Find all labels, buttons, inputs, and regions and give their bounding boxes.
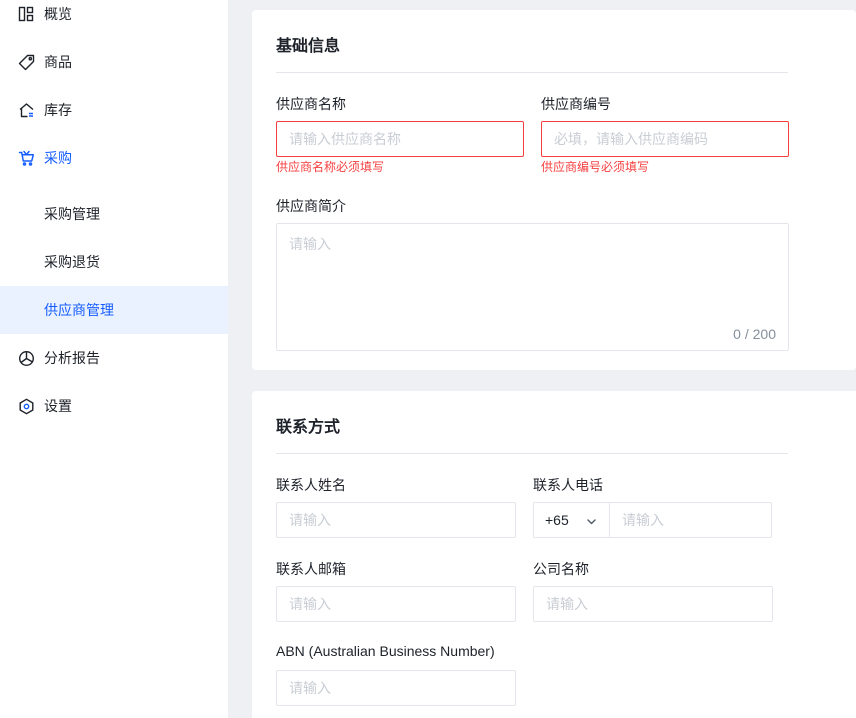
sidebar-item-reports[interactable]: 分析报告	[0, 334, 228, 382]
basic-info-card: 基础信息 供应商名称 请输入供应商名称 供应商名称必须填写 供应商编号 必填，请…	[252, 10, 856, 370]
contact-email-label: 联系人邮箱	[276, 561, 346, 577]
supplier-code-error: 供应商编号必须填写	[541, 160, 650, 174]
supplier-name-input[interactable]: 请输入供应商名称	[276, 121, 524, 157]
contact-phone-label: 联系人电话	[533, 477, 603, 493]
sidebar-subitem-label: 供应商管理	[44, 302, 114, 318]
sidebar-item-settings[interactable]: 设置	[0, 382, 228, 430]
contact-email-input[interactable]: 请输入	[276, 586, 516, 622]
abn-input[interactable]: 请输入	[276, 670, 516, 706]
sidebar-item-label: 商品	[44, 54, 72, 70]
sidebar-item-purchase[interactable]: 采购	[0, 134, 228, 182]
abn-label: ABN (Australian Business Number)	[276, 643, 495, 659]
contact-info-title: 联系方式	[276, 419, 341, 436]
company-name-placeholder: 请输入	[546, 596, 588, 612]
sidebar-subitem-supplier-management[interactable]: 供应商管理	[0, 286, 228, 334]
country-code-value: +65	[545, 512, 569, 528]
sidebar-item-label: 库存	[44, 102, 72, 118]
settings-icon	[17, 397, 35, 415]
supplier-name-label: 供应商名称	[276, 96, 346, 112]
char-counter: 0 / 200	[733, 326, 776, 342]
contact-name-placeholder: 请输入	[289, 512, 331, 528]
pie-chart-icon	[17, 349, 35, 367]
sidebar-item-overview[interactable]: 概览	[0, 0, 228, 38]
sidebar-subitem-label: 采购退货	[44, 254, 100, 270]
divider	[276, 72, 788, 73]
sidebar-item-inventory[interactable]: 库存	[0, 86, 228, 134]
supplier-name-error: 供应商名称必须填写	[276, 160, 385, 174]
sidebar-item-label: 概览	[44, 6, 72, 22]
contact-info-card: 联系方式 联系人姓名 请输入 联系人电话 +65 请输入 联系人邮箱 请输入 公…	[252, 391, 856, 718]
supplier-intro-label: 供应商简介	[276, 198, 346, 214]
sidebar: 概览 商品 库存 采购 采购管理 采购退货 供应商管理 分析报告 设置	[0, 0, 228, 718]
supplier-code-input[interactable]: 必填，请输入供应商编码	[541, 121, 789, 157]
company-name-label: 公司名称	[533, 561, 589, 577]
chevron-down-icon	[586, 514, 597, 530]
tag-icon	[17, 53, 35, 71]
sidebar-subitem-purchase-returns[interactable]: 采购退货	[0, 238, 228, 286]
sidebar-item-label: 分析报告	[44, 350, 100, 366]
sidebar-item-label: 设置	[44, 398, 72, 414]
company-name-input[interactable]: 请输入	[533, 586, 773, 622]
contact-name-label: 联系人姓名	[276, 477, 346, 493]
sidebar-subitem-purchase-management[interactable]: 采购管理	[0, 190, 228, 238]
contact-email-placeholder: 请输入	[289, 596, 331, 612]
contact-phone-placeholder: 请输入	[622, 512, 664, 528]
divider	[276, 453, 788, 454]
dashboard-icon	[17, 5, 35, 23]
warehouse-icon	[17, 101, 35, 119]
basic-info-title: 基础信息	[276, 38, 341, 55]
sidebar-item-label: 采购	[44, 150, 72, 166]
supplier-name-placeholder: 请输入供应商名称	[289, 131, 401, 147]
cart-icon	[17, 149, 35, 167]
contact-phone-input[interactable]: 请输入	[610, 503, 771, 537]
sidebar-subitem-label: 采购管理	[44, 206, 100, 222]
supplier-code-placeholder: 必填，请输入供应商编码	[554, 131, 708, 147]
sidebar-item-products[interactable]: 商品	[0, 38, 228, 86]
country-code-select[interactable]: +65	[534, 503, 610, 537]
supplier-intro-placeholder: 请输入	[289, 236, 331, 252]
supplier-code-label: 供应商编号	[541, 96, 611, 112]
abn-placeholder: 请输入	[289, 680, 331, 696]
supplier-intro-textarea[interactable]: 请输入 0 / 200	[276, 223, 789, 351]
contact-phone-group: +65 请输入	[533, 502, 772, 538]
contact-name-input[interactable]: 请输入	[276, 502, 516, 538]
